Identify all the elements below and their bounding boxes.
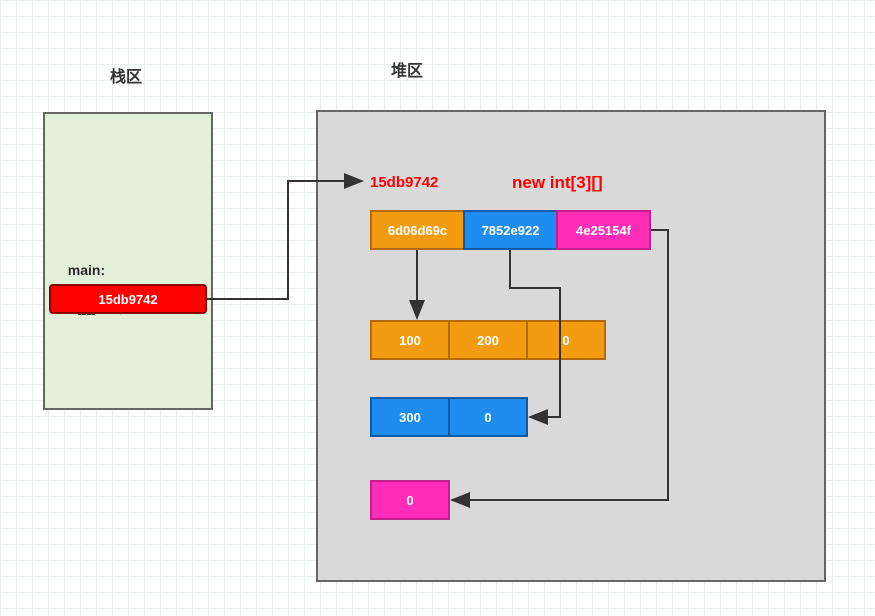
outer-cell-0: 6d06d69c (370, 210, 465, 250)
code-line-1: main: (68, 262, 105, 278)
inner1-cell-1: 0 (448, 397, 528, 437)
inner0-cell-0: 100 (370, 320, 450, 360)
stack-variable-arr: 15db9742 (49, 284, 207, 314)
heap-title: 堆区 (391, 57, 423, 81)
inner2-cell-0: 0 (370, 480, 450, 520)
outer-cell-2: 4e25154f (556, 210, 651, 250)
inner0-cell-1: 200 (448, 320, 528, 360)
stack-title: 栈区 (110, 63, 142, 87)
heap-new-label: new int[3][] (512, 173, 603, 193)
outer-cell-1: 7852e922 (463, 210, 558, 250)
heap-address-label: 15db9742 (370, 174, 438, 191)
inner0-cell-2: 0 (526, 320, 606, 360)
inner1-cell-0: 300 (370, 397, 450, 437)
